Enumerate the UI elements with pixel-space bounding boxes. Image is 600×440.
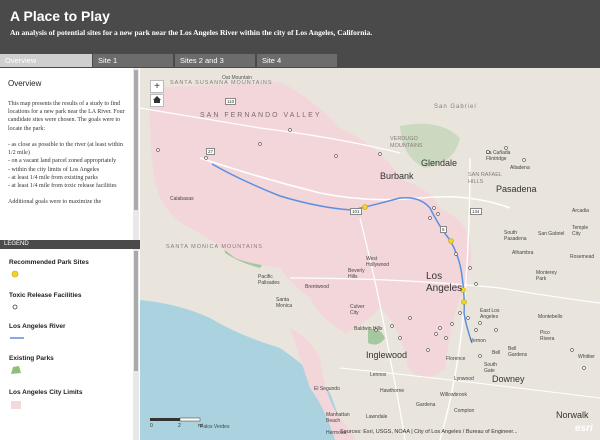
legend-scroll-thumb[interactable] [134, 251, 138, 371]
map-label: Manhattan Beach [326, 412, 350, 424]
map-label: East Los Angeles [480, 308, 500, 320]
map-label: Montebello [538, 314, 563, 320]
map-label: Norwalk [556, 410, 589, 420]
legend-label-toxic: Toxic Release Facilities [9, 292, 82, 299]
map-label: Bell [492, 350, 501, 356]
tab-site-1[interactable]: Site 1 [93, 54, 173, 67]
home-button[interactable] [150, 94, 164, 107]
map-label: Vernon [470, 338, 486, 344]
legend-label-park-sites: Recommended Park Sites [9, 259, 89, 266]
tab-overview[interactable]: Overview [0, 54, 92, 67]
legend-label-parks: Existing Parks [9, 355, 54, 362]
overview-text: This map presents the results of a study… [8, 101, 125, 206]
legend-heading[interactable]: LEGEND [0, 240, 140, 249]
map-label: Downey [492, 374, 525, 384]
highway-shield: 5 [440, 226, 447, 233]
page-subtitle: An analysis of potential sites for a new… [10, 28, 373, 37]
app-window: A Place to Play An analysis of potential… [0, 0, 600, 440]
map-label: Willowbrook [440, 392, 467, 398]
map-label: South Gate [484, 362, 498, 374]
map-label: Bell Gardens [508, 346, 528, 358]
park-site-marker[interactable] [461, 299, 467, 305]
river-line-icon [10, 337, 24, 339]
map-label: Inglewood [366, 350, 408, 360]
home-icon [153, 96, 161, 103]
page-title: A Place to Play [10, 8, 110, 24]
scale-zero: 0 [150, 423, 153, 429]
map-label: West Hollywood [366, 256, 390, 268]
map-label: SAN FERNANDO VALLEY [200, 112, 322, 119]
map-label: Brentwood [305, 284, 329, 290]
esri-logo[interactable]: esri [575, 423, 593, 434]
map-label: Lennox [370, 372, 387, 378]
map-label: San Gabriel [434, 104, 477, 110]
map-attribution[interactable]: Sources: Esri, USGS, NOAA | City of Los … [340, 429, 518, 435]
map-label: Alhambra [512, 250, 534, 256]
park-site-marker[interactable] [448, 238, 454, 244]
map-label: Rosemead [570, 254, 595, 260]
map-label: Florence [446, 356, 466, 362]
map-label: Whittier [578, 354, 595, 360]
city-limits-polygon-icon [11, 401, 21, 409]
map-label: El Segundo [314, 386, 340, 392]
scale-unit: mi [198, 423, 204, 429]
map-label: Hawthorne [380, 388, 405, 394]
map-label: SANTA MONICA MOUNTAINS [166, 244, 263, 250]
map-label: Burbank [380, 171, 414, 181]
map-label: SANTA SUSANNA MOUNTAINS [170, 80, 273, 86]
map-label: South Pasadena [504, 230, 527, 242]
toxic-facility-symbol-icon [12, 304, 18, 310]
tab-site-4[interactable]: Site 4 [257, 54, 337, 67]
map-label: Culver City [350, 304, 365, 316]
scale-bar: 0 2 mi [150, 414, 210, 434]
map-label: Gardena [416, 402, 436, 408]
map-label: Pacific Palisades [258, 274, 280, 286]
map-label: Arcadia [572, 208, 589, 214]
overview-scroll-thumb[interactable] [134, 70, 138, 210]
map-label: Altadena [510, 165, 530, 171]
park-polygon-icon [11, 366, 21, 374]
map-label: Baldwin Hills [354, 326, 383, 332]
map-label: Pasadena [496, 184, 537, 194]
legend-scrollbar[interactable] [133, 249, 139, 440]
map-label: Lynwood [454, 376, 474, 382]
highway-shield: 101 [350, 208, 362, 215]
legend-panel: Recommended Park Sites Toxic Release Fac… [0, 249, 133, 440]
legend-label-city-limits: Los Angeles City Limits [9, 389, 83, 396]
tab-sites-2-3[interactable]: Sites 2 and 3 [175, 54, 255, 67]
map-label: Los Angeles [426, 271, 463, 294]
tab-bar: Overview Site 1 Sites 2 and 3 Site 4 [0, 54, 600, 67]
highway-shield: 134 [470, 208, 482, 215]
map-label: Calabasas [170, 196, 194, 202]
map-label: San Gabriel [538, 231, 565, 237]
header: A Place to Play An analysis of potential… [0, 0, 600, 52]
park-site-marker[interactable] [362, 204, 368, 210]
map-label: Temple City [572, 225, 589, 237]
map-label: Pico Rivera [540, 330, 555, 342]
scale-value: 2 [178, 423, 181, 429]
map-label: Monterey Park [536, 270, 557, 282]
map-label: Glendale [421, 158, 458, 168]
map-label: La Cañada Flintridge [486, 150, 511, 162]
overview-scrollbar[interactable] [133, 68, 139, 240]
highway-shield: 27 [206, 148, 216, 155]
map-label: Compton [454, 408, 475, 414]
map-label: VERDUGO MOUNTAINS [390, 136, 423, 149]
highway-shield: 110 [225, 98, 237, 105]
park-site-symbol-icon [11, 270, 19, 278]
zoom-in-button[interactable]: + [150, 80, 164, 93]
map-view[interactable]: Oat Mountain SANTA SUSANNA MOUNTAINS San… [140, 68, 600, 440]
map-label: Beverly Hills [348, 268, 365, 280]
map-label: Lawndale [366, 414, 388, 420]
legend-label-river: Los Angeles River [9, 323, 66, 330]
overview-title: Overview [8, 79, 42, 88]
map-label: Santa Monica [276, 297, 293, 309]
